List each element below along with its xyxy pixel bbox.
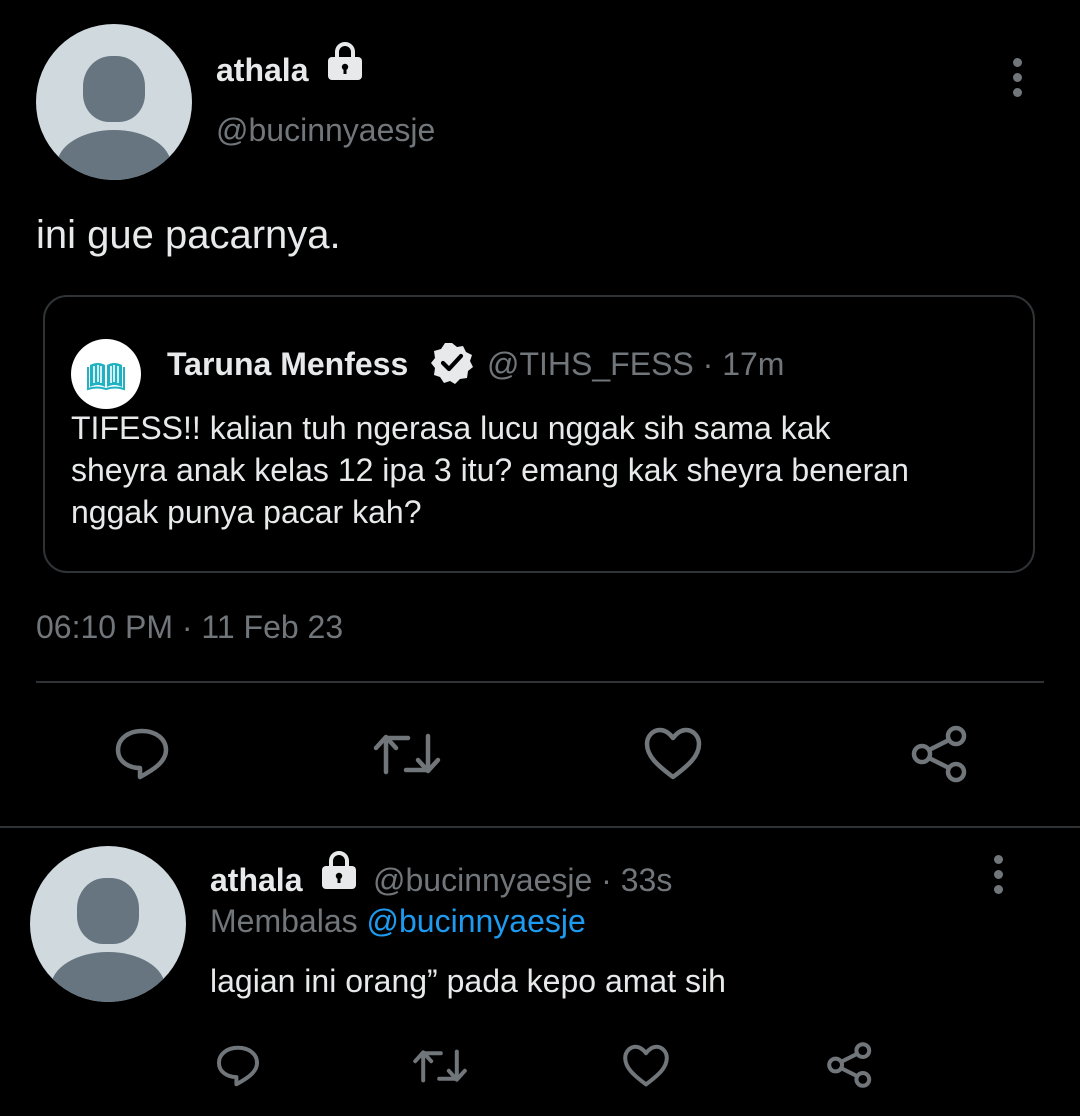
like-icon bbox=[644, 727, 702, 780]
handle[interactable]: @bucinnyaesje bbox=[216, 111, 435, 149]
book-icon bbox=[87, 363, 125, 391]
share-icon bbox=[827, 1042, 872, 1088]
handle-time[interactable]: @bucinnyaesje · 33s bbox=[373, 861, 672, 899]
share-icon bbox=[911, 725, 967, 783]
reply-button[interactable] bbox=[113, 726, 171, 782]
retweet-icon bbox=[413, 1049, 467, 1083]
like-button[interactable] bbox=[643, 726, 703, 782]
replying-to-link[interactable]: @bucinnyaesje bbox=[367, 903, 586, 939]
verified-badge-icon bbox=[430, 341, 474, 390]
divider bbox=[36, 681, 1044, 683]
share-button[interactable] bbox=[826, 1041, 874, 1089]
more-vertical-icon[interactable] bbox=[988, 855, 1008, 894]
avatar[interactable] bbox=[36, 24, 192, 180]
quoted-display-name[interactable]: Taruna Menfess bbox=[167, 345, 408, 383]
quoted-text: TIFESS!! kalian tuh ngerasa lucu nggak s… bbox=[71, 407, 909, 533]
lock-icon bbox=[318, 849, 360, 896]
timestamp[interactable]: 06:10 PM · 11 Feb 23 bbox=[36, 608, 343, 646]
like-button[interactable] bbox=[622, 1043, 670, 1089]
quoted-handle-time: @TIHS_FESS · 17m bbox=[487, 346, 785, 382]
display-name[interactable]: athala bbox=[210, 861, 302, 899]
display-name[interactable]: athala bbox=[216, 51, 308, 89]
avatar[interactable] bbox=[30, 846, 186, 1002]
lock-icon bbox=[324, 40, 366, 87]
reply-text: lagian ini orang” pada kepo amat sih bbox=[210, 963, 726, 999]
quoted-tweet-card[interactable]: Taruna Menfess @TIHS_FESS · 17m TIFESS!!… bbox=[43, 295, 1035, 573]
tweet-text: ini gue pacarnya. bbox=[36, 213, 341, 257]
retweet-button[interactable] bbox=[412, 1045, 468, 1087]
replying-to: Membalas @bucinnyaesje bbox=[210, 902, 586, 940]
quoted-text-line: TIFESS!! kalian tuh ngerasa lucu nggak s… bbox=[71, 410, 831, 446]
section-divider bbox=[0, 826, 1080, 828]
retweet-icon bbox=[373, 733, 441, 775]
reply-icon bbox=[216, 1045, 260, 1087]
reply-icon bbox=[115, 728, 169, 780]
quoted-avatar bbox=[71, 339, 141, 409]
retweet-button[interactable] bbox=[372, 728, 442, 780]
like-icon bbox=[623, 1044, 669, 1087]
share-button[interactable] bbox=[910, 724, 970, 784]
more-vertical-icon[interactable] bbox=[1007, 58, 1027, 97]
replying-prefix: Membalas bbox=[210, 903, 358, 939]
quoted-text-line: sheyra anak kelas 12 ipa 3 itu? emang ka… bbox=[71, 452, 909, 488]
reply-button[interactable] bbox=[215, 1043, 261, 1089]
quoted-text-line: nggak punya pacar kah? bbox=[71, 494, 422, 530]
